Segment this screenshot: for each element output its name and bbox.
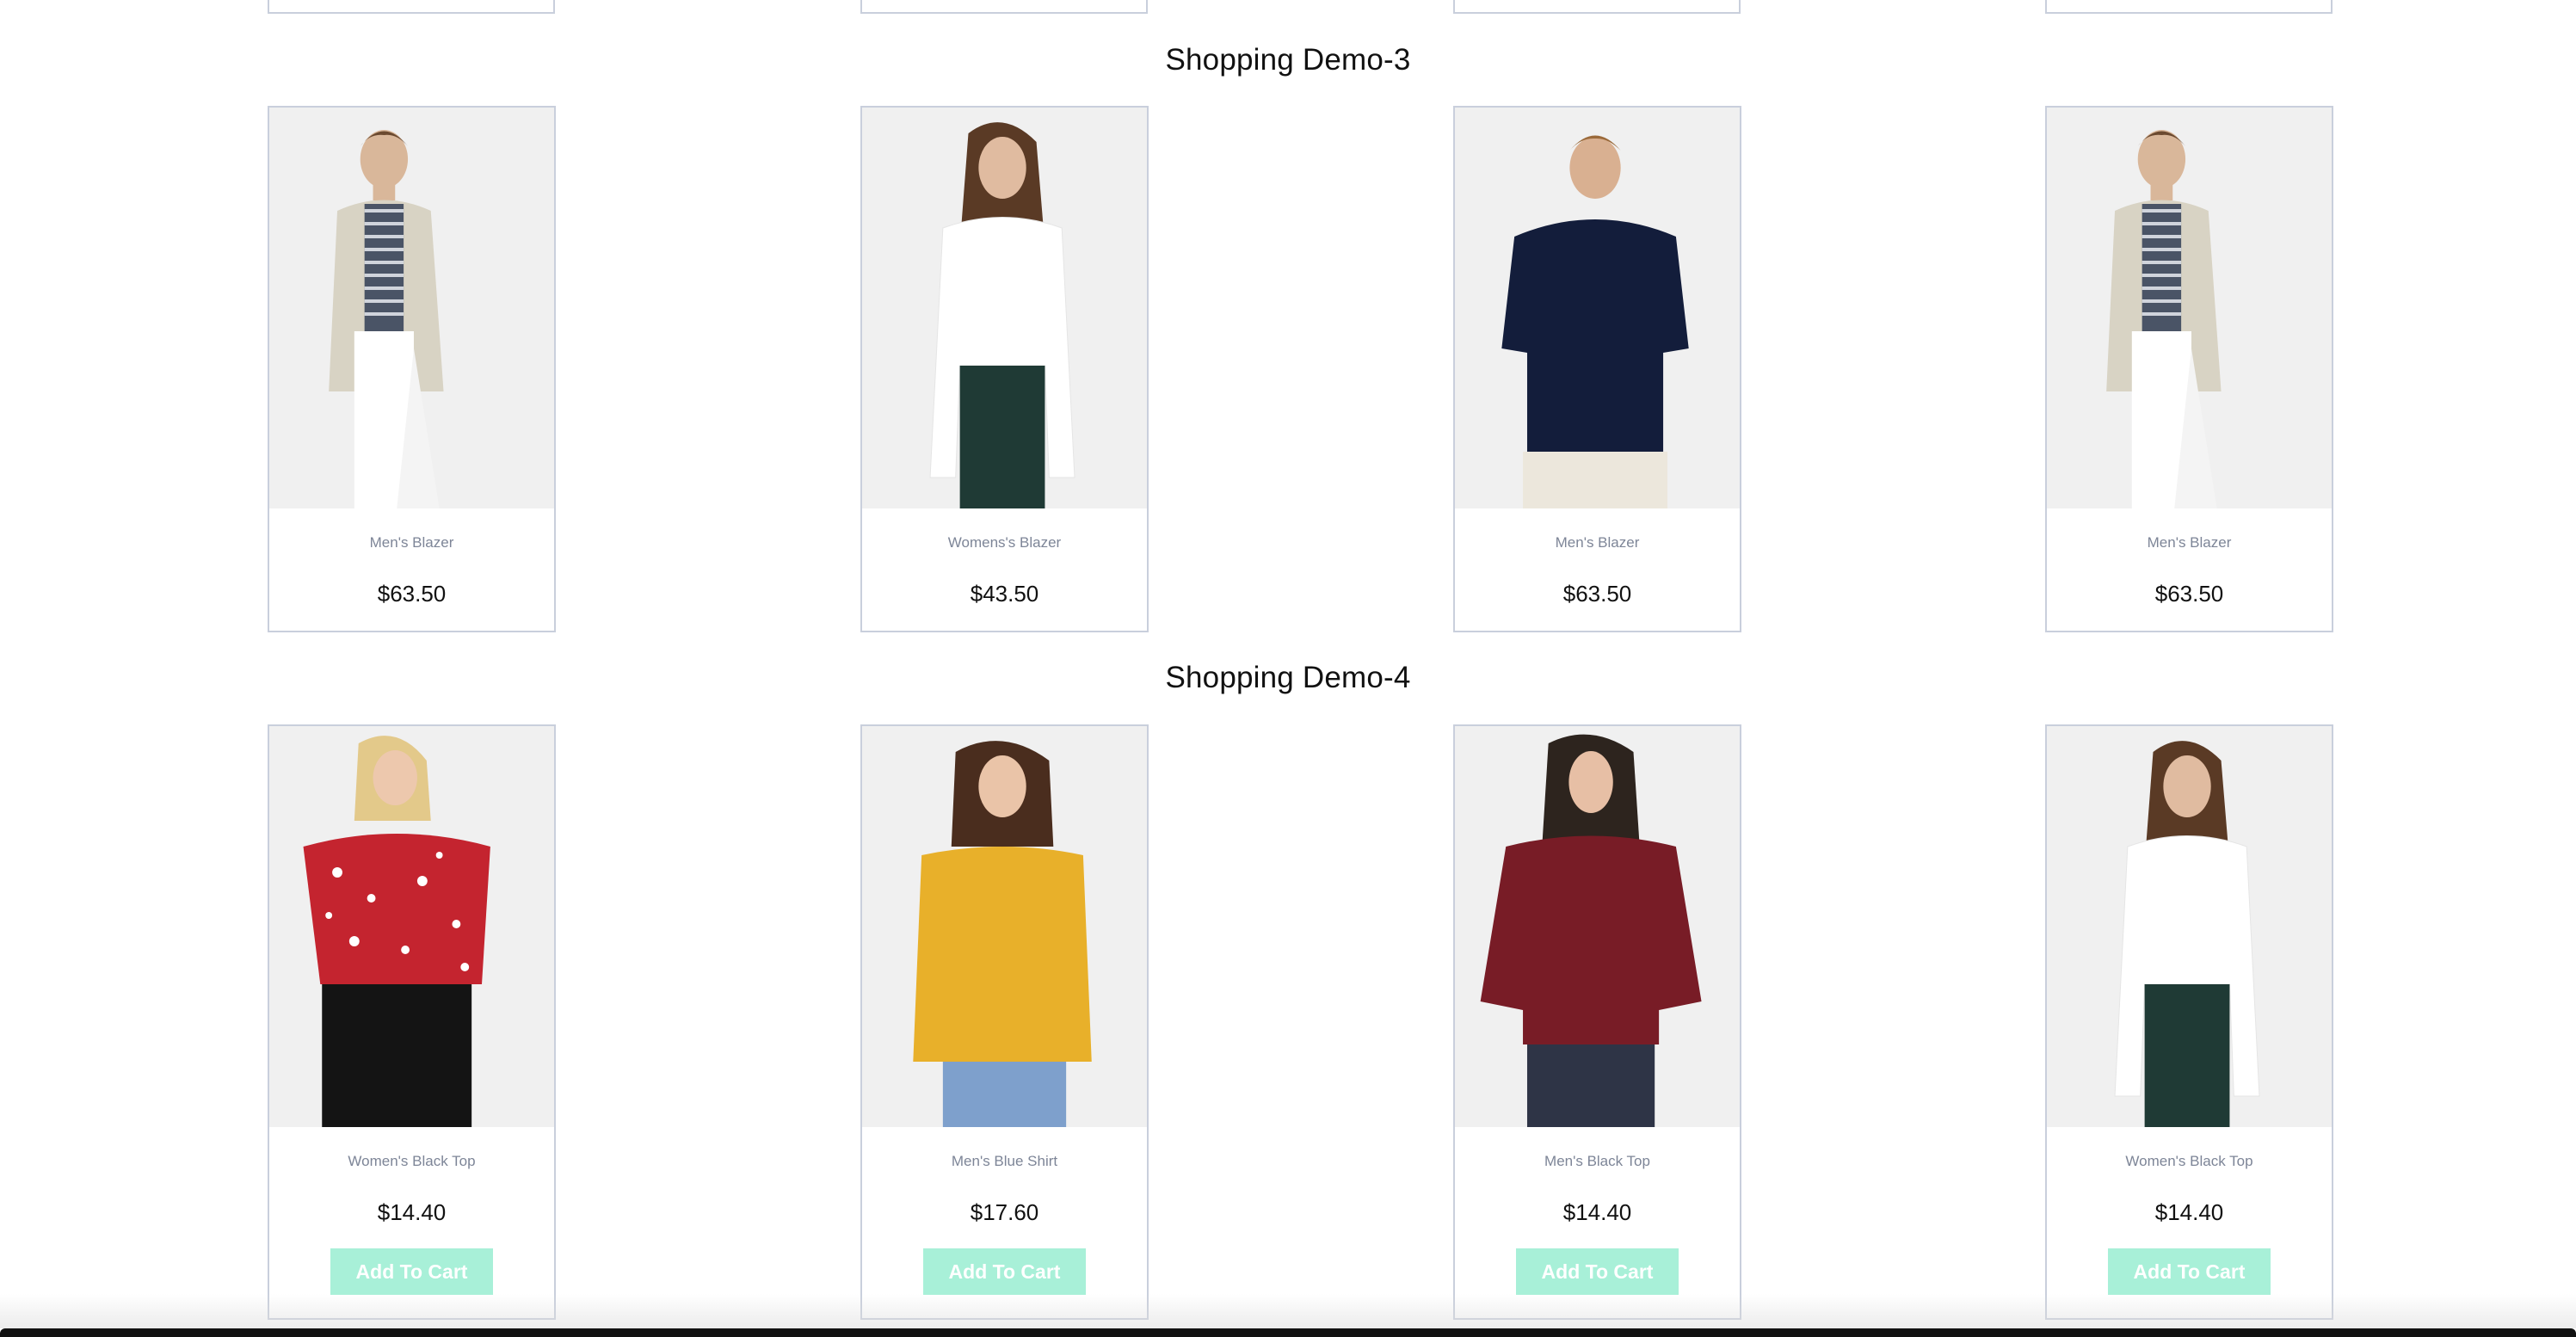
product-card[interactable]: Men's Blazer $63.50 xyxy=(2045,106,2333,632)
product-card[interactable]: Men's Blazer $63.50 xyxy=(1453,106,1741,632)
product-price: $14.40 xyxy=(2154,1199,2224,1225)
add-to-cart-button[interactable]: Add To Cart xyxy=(923,1248,1086,1295)
add-to-cart-button[interactable]: Add To Cart xyxy=(330,1248,493,1295)
product-price: $63.50 xyxy=(2154,581,2224,607)
previous-card xyxy=(2045,0,2333,14)
product-card[interactable]: Men's Black Top $14.40 Add To Cart xyxy=(1453,724,1741,1320)
product-name: Men's Blue Shirt xyxy=(951,1153,1058,1169)
product-image[interactable] xyxy=(2047,108,2332,508)
product-name: Men's Blazer xyxy=(1555,534,1640,551)
product-image[interactable] xyxy=(862,108,1147,508)
product-card[interactable]: Men's Blue Shirt $17.60 Add To Cart xyxy=(860,724,1149,1320)
product-price: $43.50 xyxy=(970,581,1039,607)
product-image[interactable] xyxy=(1455,108,1740,508)
product-name: Womens's Blazer xyxy=(947,534,1062,551)
product-image[interactable] xyxy=(269,108,554,508)
product-name: Men's Blazer xyxy=(369,534,454,551)
product-card[interactable]: Men's Blazer $63.50 xyxy=(268,106,556,632)
product-image[interactable] xyxy=(862,726,1147,1127)
product-price: $63.50 xyxy=(377,581,447,607)
screen-bezel xyxy=(0,1328,2576,1337)
product-image[interactable] xyxy=(1455,726,1740,1127)
product-card[interactable]: Womens's Blazer $43.50 xyxy=(860,106,1149,632)
page: Shopping Demo-3 Men's Blazer $63.50 Wome… xyxy=(0,0,2576,1337)
product-price: $63.50 xyxy=(1562,581,1632,607)
add-to-cart-button[interactable]: Add To Cart xyxy=(2108,1248,2271,1295)
product-price: $17.60 xyxy=(970,1199,1039,1225)
product-name: Men's Black Top xyxy=(1544,1153,1650,1169)
previous-card xyxy=(1453,0,1741,14)
product-price: $14.40 xyxy=(377,1199,447,1225)
previous-card xyxy=(268,0,555,14)
product-price: $14.40 xyxy=(1562,1199,1632,1225)
product-name: Men's Blazer xyxy=(2147,534,2232,551)
product-card[interactable]: Women's Black Top $14.40 Add To Cart xyxy=(268,724,556,1320)
section-title: Shopping Demo-4 xyxy=(1165,661,1411,694)
add-to-cart-button[interactable]: Add To Cart xyxy=(1516,1248,1679,1295)
section-title: Shopping Demo-3 xyxy=(1165,43,1411,77)
product-image[interactable] xyxy=(269,726,554,1127)
previous-card xyxy=(860,0,1148,14)
product-card[interactable]: Women's Black Top $14.40 Add To Cart xyxy=(2045,724,2333,1320)
product-name: Women's Black Top xyxy=(348,1153,476,1169)
product-image[interactable] xyxy=(2047,726,2332,1127)
product-name: Women's Black Top xyxy=(2125,1153,2253,1169)
